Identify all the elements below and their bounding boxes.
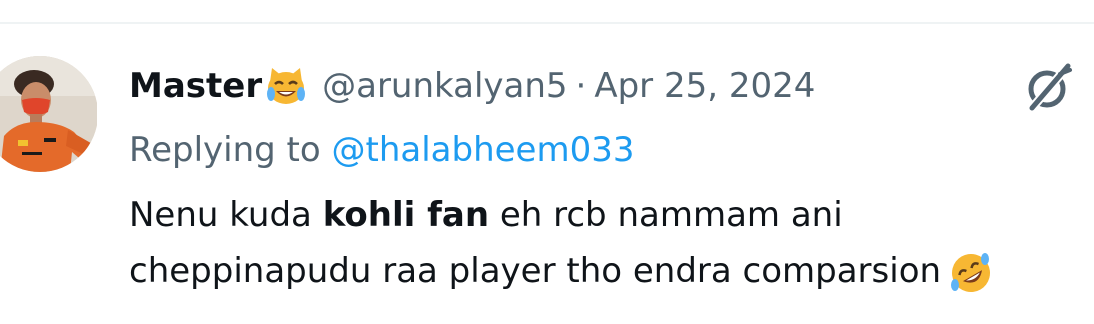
avatar-image [0, 56, 97, 172]
top-divider [0, 22, 1094, 24]
grok-icon[interactable] [1022, 60, 1076, 114]
cat-tears-of-joy-emoji-icon [264, 64, 308, 108]
author-handle[interactable]: @arunkalyan5 [322, 60, 567, 112]
tweet-text-line-2: cheppinapudu raa player tho endra compar… [129, 246, 993, 296]
display-name[interactable]: Master [129, 60, 262, 112]
reply-to-handle-link[interactable]: @thalabheem033 [332, 130, 635, 170]
avatar[interactable] [0, 56, 97, 172]
tweet-text-bold: kohli fan [322, 195, 490, 235]
tweet-header: Master @arunkalyan5 · Apr 25, 2024 [129, 60, 815, 112]
tweet-text-segment: cheppinapudu raa player tho endra compar… [129, 251, 942, 291]
tweet-text-segment: eh rcb nammam ani [489, 195, 843, 235]
tweet-date[interactable]: Apr 25, 2024 [594, 60, 815, 112]
tweet-text-line-1: Nenu kuda kohli fan eh rcb nammam ani [129, 190, 843, 240]
separator-dot: · [575, 66, 587, 106]
replying-to-prefix: Replying to [129, 130, 332, 170]
replying-to: Replying to @thalabheem033 [129, 126, 634, 174]
tweet-text-segment: Nenu kuda [129, 195, 323, 235]
avatar-photo [0, 56, 97, 172]
rolling-on-floor-laughing-emoji-icon [949, 251, 993, 295]
